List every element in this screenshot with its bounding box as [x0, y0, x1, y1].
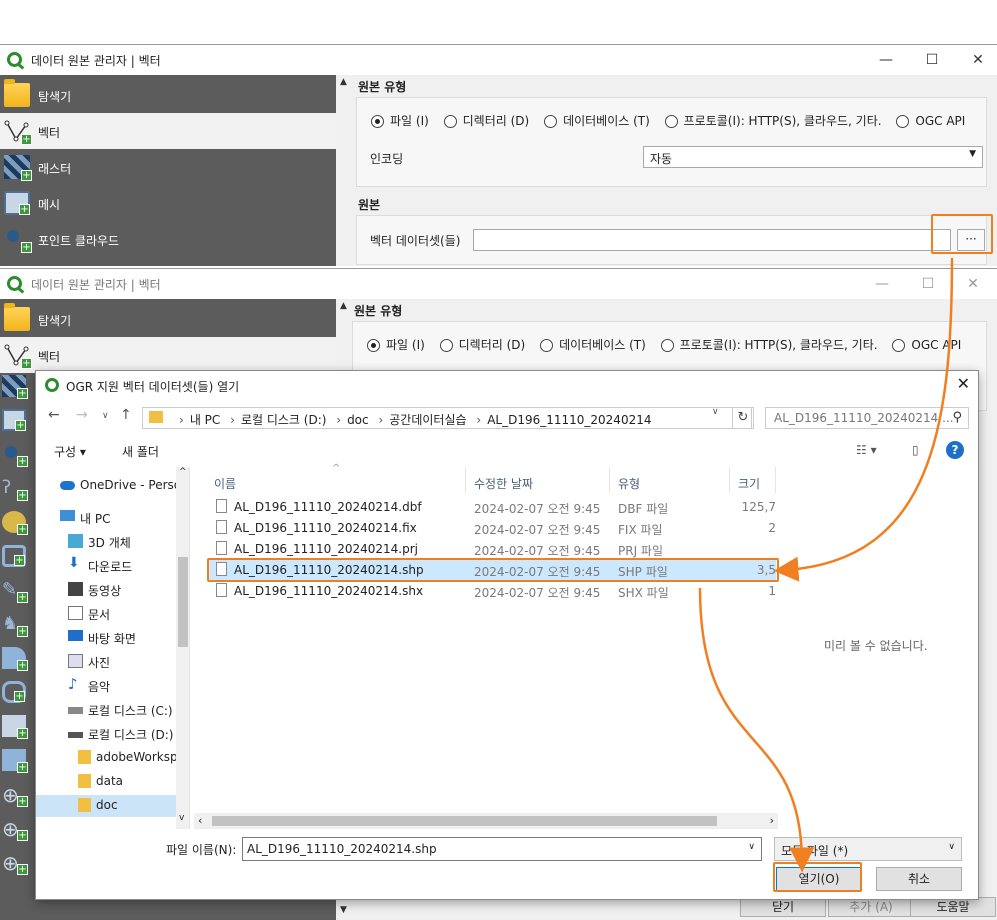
annotation-arrows: [698, 257, 954, 873]
arrow-browse-to-file: [773, 257, 954, 582]
arrow-file-to-open: [698, 587, 815, 873]
